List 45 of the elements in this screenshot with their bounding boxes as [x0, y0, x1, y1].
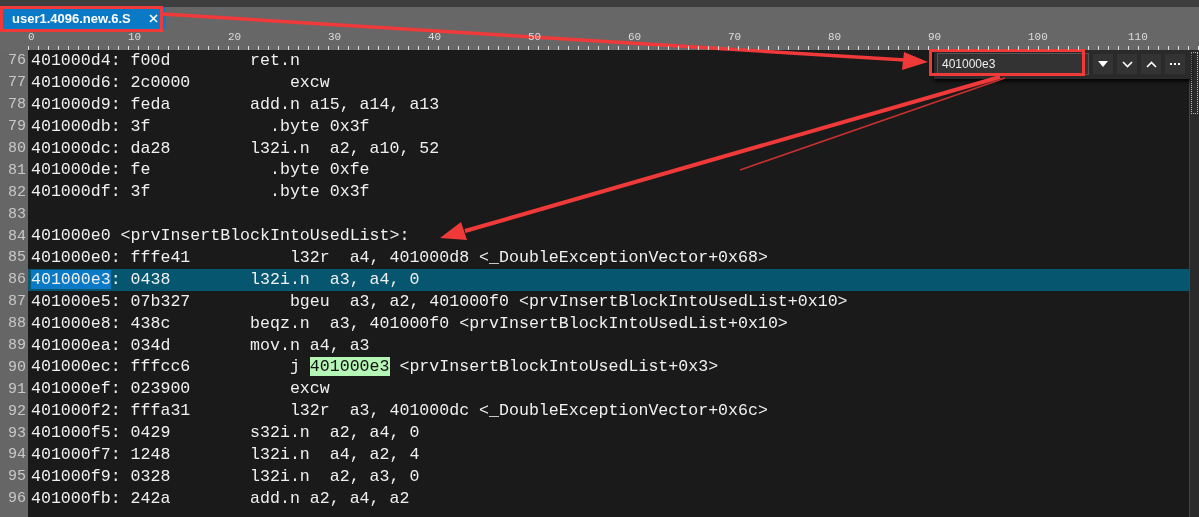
chevron-up-icon — [1145, 60, 1157, 68]
dropdown-button[interactable] — [1093, 54, 1113, 74]
previous-match-button[interactable] — [1141, 54, 1161, 74]
file-tab[interactable]: user1.4096.new.6.S — [3, 7, 166, 29]
ruler-label: 30 — [328, 31, 343, 43]
ruler-label: 90 — [928, 31, 943, 43]
code-line: 401000d6: 2c0000 excw — [30, 72, 330, 93]
next-match-button[interactable] — [1117, 54, 1137, 74]
caret-icon — [1098, 61, 1108, 67]
ruler-label: 0 — [28, 31, 36, 43]
scrollbar[interactable] — [1189, 50, 1199, 517]
code-line: 401000de: fe .byte 0xfe — [30, 160, 370, 181]
code-line: 401000e8: 438c beqz.n a3, 401000f0 <prvInsertBlockIntoUsedList+0x10> — [30, 313, 788, 334]
code-line: 401000e5: 07b327 bgeu a3, a2, 401000f0 <prvInsertBlockIntoUsedList+0x10> — [30, 291, 848, 312]
code-line: 401000d9: feda add.n a15, a14, a13 — [30, 94, 440, 115]
code-line: 401000db: 3f .byte 0x3f — [30, 116, 370, 137]
code-line: 401000ea: 034d mov.n a4, a3 — [30, 335, 370, 356]
ruler-label: 60 — [628, 31, 643, 43]
code-line: 401000f5: 0429 s32i.n a2, a4, 0 — [30, 423, 420, 444]
ruler-label: 80 — [828, 31, 843, 43]
code-line: 401000ef: 023900 excw — [30, 379, 330, 400]
ruler-label: 100 — [1028, 31, 1049, 43]
line-number: 86 — [0, 268, 28, 291]
ruler-label: 70 — [728, 31, 743, 43]
code-line: 401000f7: 1248 l32i.n a4, a2, 4 — [30, 444, 420, 465]
code-line: 401000e0: fffe41 l32r a4, 401000d8 <_DoubleExceptionVector+0x68> — [30, 247, 768, 268]
code-line: 401000e0 <prvInsertBlockIntoUsedList>: — [30, 226, 410, 247]
code-line: 401000f2: fffa31 l32r a3, 401000dc <_DoubleExceptionVector+0x6c> — [30, 401, 768, 422]
more-options-button[interactable] — [1165, 54, 1185, 74]
code-line: 401000d4: f00d ret.n — [30, 50, 300, 71]
chevron-down-icon — [1121, 60, 1133, 68]
ruler-label: 110 — [1128, 31, 1149, 43]
selected-text: 401000e3 — [31, 269, 111, 289]
code-line: 401000fb: 242a add.n a2, a4, a2 — [30, 488, 410, 509]
code-line: 401000f9: 0328 l32i.n a2, a3, 0 — [30, 466, 420, 487]
close-icon[interactable] — [148, 13, 158, 23]
code-line: 401000df: 3f .byte 0x3f — [30, 182, 370, 203]
search-match: 401000e3 — [309, 357, 390, 377]
ruler-label: 20 — [228, 31, 243, 43]
ruler-label: 40 — [428, 31, 443, 43]
ruler-label: 10 — [128, 31, 143, 43]
find-field[interactable]: 401000e3 — [937, 53, 1089, 75]
code-line: 401000dc: da28 l32i.n a2, a10, 52 — [30, 138, 440, 159]
code-line: 401000ec: fffcc6 j 401000e3 <prvInsertBlockIntoUsedList+0x3> — [30, 357, 719, 378]
code-line: 401000e3: 0438 l32i.n a3, a4, 0 — [30, 269, 420, 290]
